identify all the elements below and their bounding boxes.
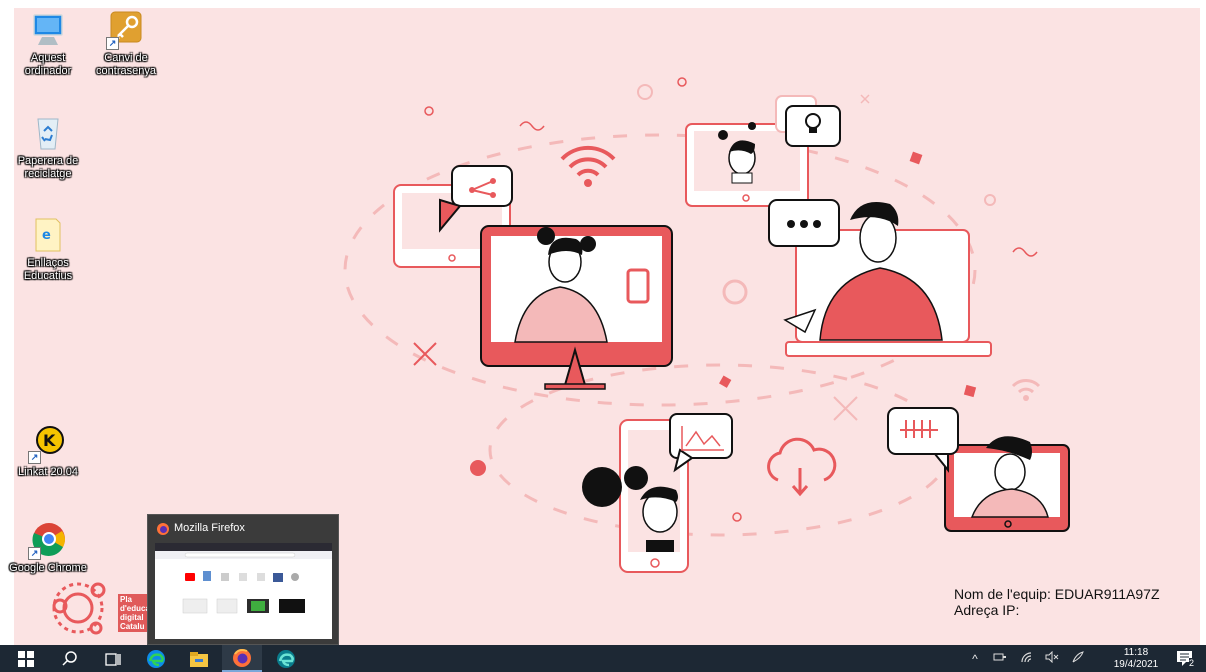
notification-count-badge: 2	[1189, 658, 1195, 668]
taskbar-edge-beta-button[interactable]	[266, 645, 306, 672]
windows-logo-icon	[18, 650, 34, 667]
task-view-icon	[105, 652, 121, 666]
preview-thumbnail[interactable]	[155, 543, 332, 639]
desktop-icon-label: Enllaços Educatius	[23, 257, 73, 282]
ip-address: Adreça IP:	[954, 602, 1020, 618]
taskbar-firefox-button[interactable]	[222, 645, 262, 672]
folder-icon	[190, 651, 208, 667]
taskbar-file-explorer-button[interactable]	[179, 645, 219, 672]
logo-line-1: Pla	[120, 595, 133, 604]
edge-icon	[147, 649, 165, 668]
desktop-icon-change-password[interactable]: ↗ Canvi de contrasenya	[86, 10, 166, 78]
start-button[interactable]	[6, 645, 46, 672]
desktop-icon-label: Linkat 20.04	[18, 466, 78, 478]
recycle-bin-icon	[28, 113, 68, 153]
pla-educacio-logo	[52, 582, 106, 635]
top-frame-strip	[0, 0, 1206, 8]
shortcut-arrow-icon: ↗	[106, 37, 119, 50]
logo-line-3: digital	[120, 613, 144, 622]
system-info: Nom de l'equip: EDUAR911A97Z Adreça IP:	[954, 586, 1160, 618]
pen-icon[interactable]	[1064, 650, 1092, 667]
firefox-window-preview[interactable]: Mozilla Firefox	[147, 514, 339, 645]
logo-line-4: Catalu	[120, 622, 145, 631]
network-icon[interactable]	[986, 651, 1014, 666]
edge-icon	[277, 649, 295, 668]
linkat-icon: K ↗	[28, 424, 68, 464]
clock[interactable]: 11:18 19/4/2021	[1110, 647, 1162, 671]
svg-text:K: K	[43, 431, 56, 450]
firefox-icon	[233, 648, 251, 667]
chrome-icon: ↗	[28, 520, 68, 560]
taskbar: ^ 11:18 19/4/2021 2	[0, 645, 1206, 672]
preview-title: Mozilla Firefox	[174, 522, 245, 534]
desktop-icon-linkat[interactable]: K ↗ Linkat 20.04	[8, 424, 88, 479]
desktop-icon-educational-links[interactable]: e Enllaços Educatius	[8, 215, 88, 283]
svg-text:e: e	[42, 228, 51, 243]
volume-muted-icon[interactable]	[1040, 650, 1064, 666]
key-icon: ↗	[106, 10, 146, 50]
clock-time: 11:18	[1123, 647, 1149, 658]
search-button[interactable]	[50, 645, 90, 672]
chevron-up-icon[interactable]: ^	[964, 652, 986, 666]
folder-icon: e	[28, 215, 68, 255]
desktop: Pla d'educa digital Catalu Aquest ordina…	[0, 0, 1206, 672]
wifi-icon[interactable]	[1014, 651, 1040, 666]
clock-date: 19/4/2021	[1113, 659, 1159, 670]
firefox-icon	[156, 522, 170, 541]
system-tray: ^	[964, 645, 1092, 672]
right-frame-strip	[1200, 0, 1206, 645]
computer-icon	[28, 10, 68, 50]
desktop-icon-google-chrome[interactable]: ↗ Google Chrome	[8, 520, 88, 575]
task-view-button[interactable]	[93, 645, 133, 672]
logo-line-2: d'educa	[120, 604, 150, 613]
notification-center-button[interactable]: 2	[1166, 645, 1206, 672]
shortcut-arrow-icon: ↗	[28, 547, 41, 560]
computer-name: Nom de l'equip: EDUAR911A97Z	[954, 586, 1160, 602]
desktop-icon-label: Aquest ordinador	[24, 52, 72, 77]
taskbar-edge-button[interactable]	[136, 645, 176, 672]
desktop-icon-label: Canvi de contrasenya	[96, 52, 156, 77]
search-icon	[62, 650, 77, 666]
shortcut-arrow-icon: ↗	[28, 451, 41, 464]
desktop-icon-recycle-bin[interactable]: Paperera de reciclatge	[8, 113, 88, 181]
desktop-icon-this-pc[interactable]: Aquest ordinador	[8, 10, 88, 78]
desktop-icon-label: Paperera de reciclatge	[17, 155, 79, 180]
desktop-icon-label: Google Chrome	[9, 562, 87, 574]
